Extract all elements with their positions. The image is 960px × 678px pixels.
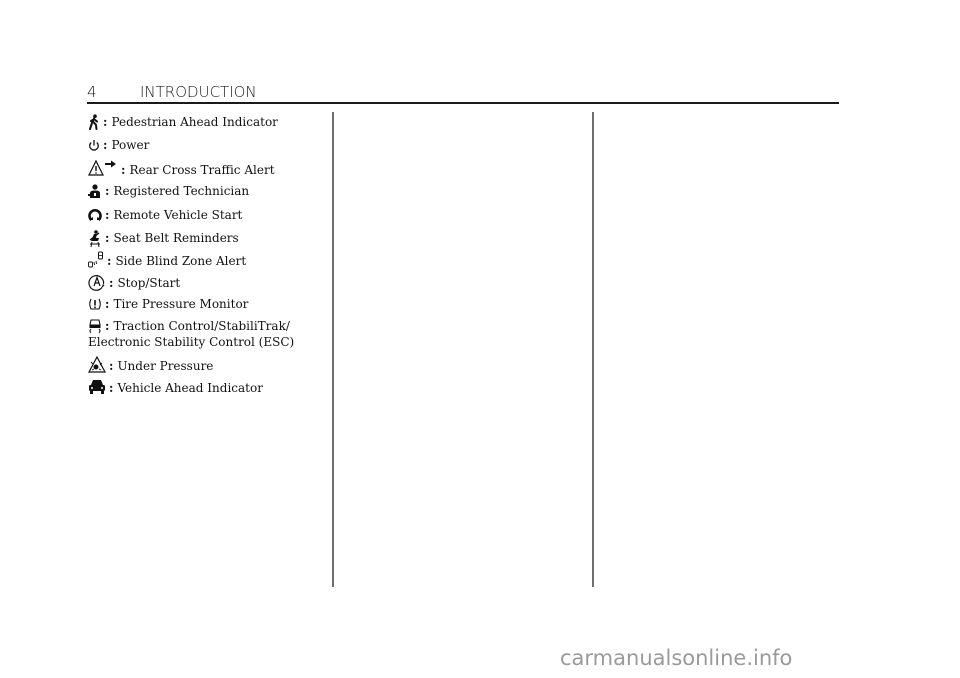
list-item: : Power bbox=[88, 137, 328, 153]
entry-label: Vehicle Ahead Indicator bbox=[117, 381, 263, 395]
list-item: : Stop/Start bbox=[88, 273, 328, 291]
separator: : bbox=[109, 359, 114, 373]
separator: : bbox=[105, 297, 110, 311]
entry-label: Stop/Start bbox=[117, 276, 181, 290]
entry-label: Seat Belt Reminders bbox=[113, 231, 239, 245]
list-item: : Vehicle Ahead Indicator bbox=[88, 378, 328, 396]
remote-start-icon bbox=[88, 207, 102, 223]
list-item: : Remote Vehicle Start bbox=[88, 207, 328, 223]
stop-start-icon bbox=[88, 273, 106, 291]
separator: : bbox=[103, 115, 108, 129]
list-item: : Traction Control/StabiliTrak/ bbox=[88, 318, 328, 334]
entry-label: Registered Technician bbox=[113, 184, 250, 198]
separator: : bbox=[105, 184, 110, 198]
header-rule bbox=[87, 102, 839, 104]
list-item: : Rear Cross Traffic Alert bbox=[88, 159, 328, 178]
symbol-list: : Pedestrian Ahead Indicator : Power : Rear… bbox=[88, 112, 328, 396]
separator: : bbox=[121, 163, 126, 177]
separator: : bbox=[105, 208, 110, 222]
under-pressure-icon bbox=[88, 356, 106, 374]
entry-label: Pedestrian Ahead Indicator bbox=[111, 115, 278, 129]
column-divider bbox=[332, 112, 334, 587]
rear-cross-traffic-icon bbox=[88, 159, 118, 176]
section-title: INTRODUCTION bbox=[140, 83, 257, 101]
separator: : bbox=[105, 319, 110, 333]
separator: : bbox=[105, 231, 110, 245]
separator: : bbox=[103, 138, 108, 152]
entry-label: Remote Vehicle Start bbox=[113, 208, 243, 222]
list-item: : Side Blind Zone Alert bbox=[88, 251, 328, 269]
vehicle-ahead-icon bbox=[88, 378, 106, 396]
pedestrian-icon bbox=[88, 114, 100, 130]
list-item-continuation: Electronic Stability Control (ESC) bbox=[88, 334, 328, 350]
page-header: 4 INTRODUCTION bbox=[87, 83, 839, 103]
entry-label: Power bbox=[111, 138, 150, 152]
list-item: : Pedestrian Ahead Indicator bbox=[88, 114, 328, 130]
side-blind-zone-icon bbox=[88, 251, 104, 268]
watermark: carmanualsonline.info bbox=[560, 646, 793, 670]
seat-belt-icon bbox=[88, 230, 102, 248]
separator: : bbox=[107, 254, 112, 268]
entry-label: Rear Cross Traffic Alert bbox=[129, 163, 275, 177]
power-icon bbox=[88, 137, 100, 153]
registered-technician-icon bbox=[88, 183, 102, 199]
entry-label: Traction Control/StabiliTrak/ bbox=[113, 319, 290, 333]
entry-label: Tire Pressure Monitor bbox=[113, 297, 249, 311]
page-number: 4 bbox=[87, 83, 97, 101]
traction-control-icon bbox=[88, 318, 102, 334]
entry-label: Under Pressure bbox=[117, 359, 214, 373]
column-divider bbox=[592, 112, 594, 587]
separator: : bbox=[109, 381, 114, 395]
entry-label: Side Blind Zone Alert bbox=[115, 254, 247, 268]
tire-pressure-icon bbox=[88, 296, 102, 312]
list-item: : Under Pressure bbox=[88, 356, 328, 374]
list-item: : Seat Belt Reminders bbox=[88, 230, 328, 248]
separator: : bbox=[109, 276, 114, 290]
entry-label: Electronic Stability Control (ESC) bbox=[88, 335, 295, 349]
list-item: : Tire Pressure Monitor bbox=[88, 296, 328, 312]
list-item: : Registered Technician bbox=[88, 183, 328, 199]
